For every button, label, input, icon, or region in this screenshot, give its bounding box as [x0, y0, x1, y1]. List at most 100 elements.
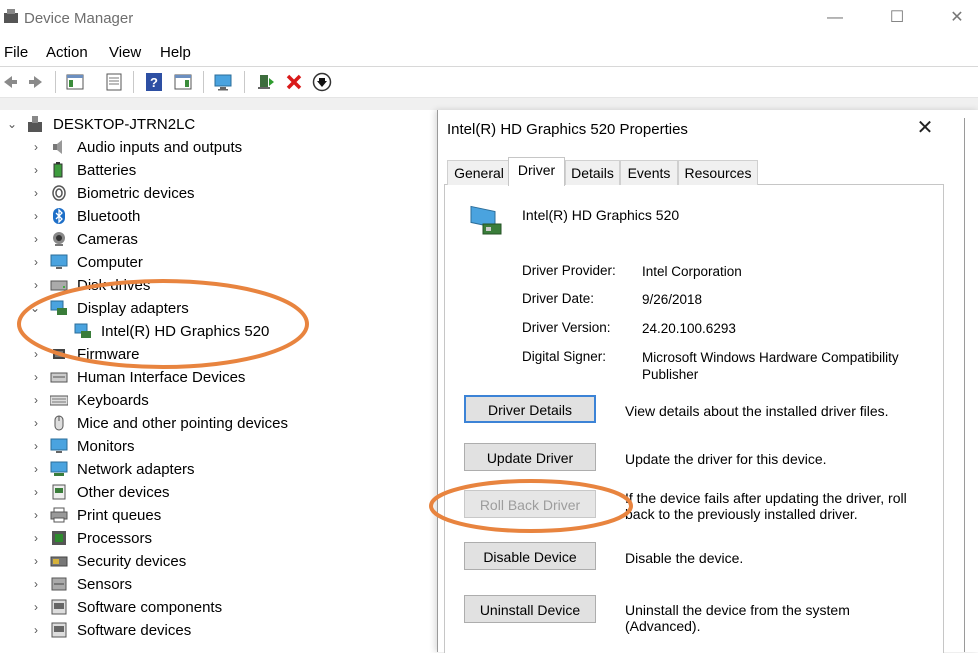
menu-action[interactable]: Action [46, 44, 88, 61]
expand-arrow-icon[interactable]: › [30, 228, 42, 251]
menu-bar [0, 38, 978, 67]
collapse-arrow-icon[interactable]: ⌄ [6, 113, 18, 136]
forward-icon[interactable] [26, 72, 46, 92]
uninstall-device-description: Uninstall the device from the system (Ad… [625, 602, 850, 634]
minimize-button[interactable]: — [815, 4, 855, 32]
background-window-border [964, 118, 965, 652]
expand-arrow-icon[interactable]: › [30, 481, 42, 504]
expand-arrow-icon[interactable]: › [30, 573, 42, 596]
expand-arrow-icon[interactable]: › [30, 412, 42, 435]
tab-events[interactable]: Events [620, 160, 678, 185]
tree-root-label: DESKTOP-JTRN2LC [53, 116, 196, 133]
toolbar-divider [0, 98, 978, 110]
back-icon[interactable] [0, 72, 20, 92]
mouse-icon [54, 415, 64, 431]
toolbar-separator [133, 71, 134, 93]
tab-driver[interactable]: Driver [508, 157, 565, 186]
digital-signer-label: Digital Signer: [522, 349, 607, 364]
tab-details[interactable]: Details [565, 160, 620, 185]
driver-details-description: View details about the installed driver … [625, 403, 889, 419]
driver-version-label: Driver Version: [522, 320, 611, 335]
processor-icon [52, 531, 66, 545]
software-icon [51, 622, 67, 638]
camera-icon [53, 232, 65, 246]
speaker-icon [53, 140, 62, 154]
sensor-icon [51, 577, 67, 591]
roll-back-driver-description: If the device fails after updating the d… [625, 490, 907, 522]
expand-arrow-icon[interactable]: › [30, 458, 42, 481]
expand-arrow-icon[interactable]: › [30, 205, 42, 228]
toolbar-separator [244, 71, 245, 93]
tree-item-label: Print queues [77, 507, 162, 524]
unknown-device-icon [52, 484, 66, 500]
computer-tower-icon [28, 116, 42, 132]
menu-view[interactable]: View [109, 44, 141, 61]
driver-details-button[interactable]: Driver Details [464, 395, 596, 423]
close-button[interactable]: ✕ [937, 4, 977, 32]
show-hide-console-tree-icon[interactable] [65, 72, 85, 92]
tree-item-label: Audio inputs and outputs [77, 139, 243, 156]
dialog-title: Intel(R) HD Graphics 520 Properties [447, 121, 688, 138]
dialog-right-edge [962, 110, 978, 652]
expand-arrow-icon[interactable]: › [30, 596, 42, 619]
tree-item-label: Computer [77, 254, 143, 271]
tree-item-label: Biometric devices [77, 185, 195, 202]
uninstall-device-button[interactable]: Uninstall Device [464, 595, 596, 623]
annotation-ellipse-roll-back [429, 479, 633, 533]
menu-file[interactable]: File [4, 44, 28, 61]
action-pane-icon[interactable] [173, 72, 193, 92]
computer-icon [50, 254, 68, 269]
expand-arrow-icon[interactable]: › [30, 504, 42, 527]
security-icon [50, 556, 68, 567]
digital-signer-value: Microsoft Windows Hardware Compatibility… [642, 350, 899, 382]
expand-arrow-icon[interactable]: › [30, 159, 42, 182]
menu-help[interactable]: Help [160, 44, 191, 61]
uninstall-icon[interactable] [284, 72, 304, 92]
tab-general[interactable]: General [447, 160, 511, 185]
driver-provider-value: Intel Corporation [642, 264, 742, 279]
tree-item-label: Bluetooth [77, 208, 141, 225]
tree-item-label: Cameras [77, 231, 138, 248]
tree-item-label: Software devices [77, 622, 192, 639]
window-title: Device Manager [24, 10, 134, 27]
tab-resources[interactable]: Resources [678, 160, 758, 185]
driver-date-value: 9/26/2018 [642, 292, 703, 307]
dialog-close-button[interactable]: ✕ [910, 115, 940, 141]
properties-icon[interactable] [104, 72, 124, 92]
maximize-button[interactable]: ☐ [877, 4, 917, 32]
device-name: Intel(R) HD Graphics 520 [522, 207, 680, 223]
software-icon [51, 599, 67, 615]
tree-item-label: Software components [77, 599, 223, 616]
expand-arrow-icon[interactable]: › [30, 527, 42, 550]
update-driver-icon[interactable] [255, 72, 275, 92]
tree-item-label: Keyboards [77, 392, 149, 409]
battery-icon [53, 162, 63, 178]
disable-device-button[interactable]: Disable Device [464, 542, 596, 570]
monitor-icon [50, 438, 68, 453]
update-driver-description: Update the driver for this device. [625, 451, 827, 467]
enable-device-icon[interactable] [312, 72, 332, 92]
tree-item-label: Network adapters [77, 461, 195, 478]
tree-item-label: Other devices [77, 484, 170, 501]
printer-icon [50, 507, 68, 523]
expand-arrow-icon[interactable]: › [30, 251, 42, 274]
expand-arrow-icon[interactable]: › [30, 389, 42, 412]
expand-arrow-icon[interactable]: › [30, 619, 42, 642]
toolbar-separator [203, 71, 204, 93]
device-manager-icon [4, 9, 18, 23]
svg-text:?: ? [150, 75, 158, 90]
keyboard-icon [50, 395, 68, 406]
expand-arrow-icon[interactable]: › [30, 550, 42, 573]
expand-arrow-icon[interactable]: › [30, 182, 42, 205]
expand-arrow-icon[interactable]: › [30, 136, 42, 159]
help-icon[interactable]: ? [144, 72, 164, 92]
fingerprint-icon [52, 185, 66, 201]
expand-arrow-icon[interactable]: › [30, 435, 42, 458]
bluetooth-icon [53, 208, 65, 224]
annotation-ellipse-display-adapters [17, 279, 309, 369]
tree-item-label: Batteries [77, 162, 137, 179]
update-driver-button[interactable]: Update Driver [464, 443, 596, 471]
tree-item-label: Sensors [77, 576, 133, 593]
scan-hardware-icon[interactable] [213, 72, 233, 92]
display-adapter-icon [470, 205, 502, 235]
